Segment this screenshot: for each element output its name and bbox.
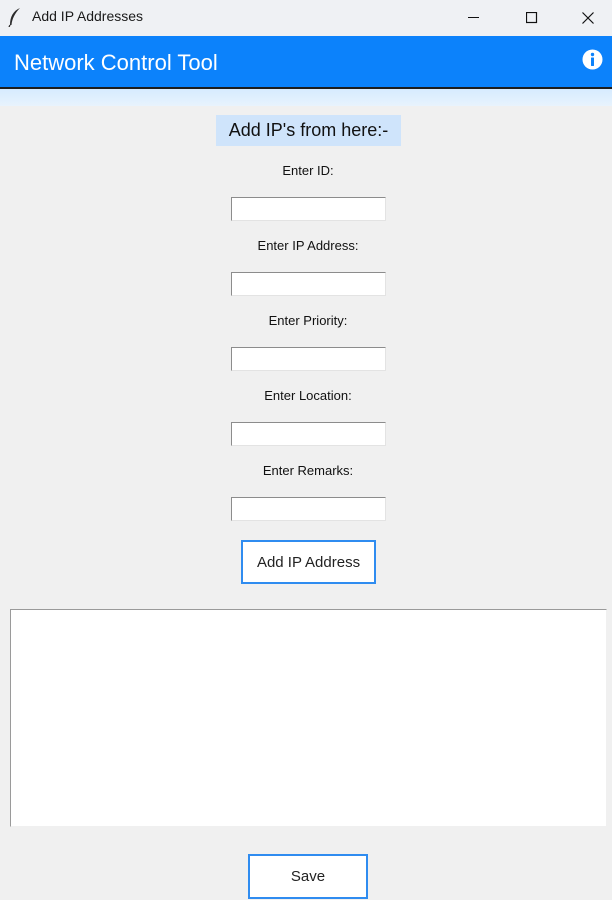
info-icon[interactable] [582, 49, 603, 70]
ip-address-label: Enter IP Address: [257, 238, 359, 253]
app-header: Network Control Tool [0, 36, 612, 89]
header-divider [0, 89, 612, 106]
remarks-label: Enter Remarks: [262, 463, 354, 478]
form-heading: Add IP's from here:- [216, 115, 401, 146]
id-label: Enter ID: [282, 163, 334, 178]
close-button[interactable] [559, 0, 612, 36]
save-button[interactable]: Save [248, 854, 368, 899]
ip-list-textarea[interactable] [10, 609, 607, 827]
window-title: Add IP Addresses [32, 8, 144, 24]
add-ip-address-button[interactable]: Add IP Address [241, 540, 376, 584]
location-input[interactable] [231, 422, 386, 446]
maximize-icon [526, 12, 538, 24]
minimize-icon [468, 17, 479, 18]
remarks-input[interactable] [231, 497, 386, 521]
ip-address-input[interactable] [231, 272, 386, 296]
window-title-bar: Add IP Addresses [0, 0, 612, 36]
priority-input[interactable] [231, 347, 386, 371]
location-label: Enter Location: [264, 388, 352, 403]
maximize-button[interactable] [503, 0, 561, 36]
priority-label: Enter Priority: [268, 313, 348, 328]
minimize-button[interactable] [445, 0, 503, 36]
feather-icon [8, 8, 20, 27]
id-input[interactable] [231, 197, 386, 221]
app-title: Network Control Tool [14, 50, 218, 75]
close-icon [582, 12, 594, 24]
